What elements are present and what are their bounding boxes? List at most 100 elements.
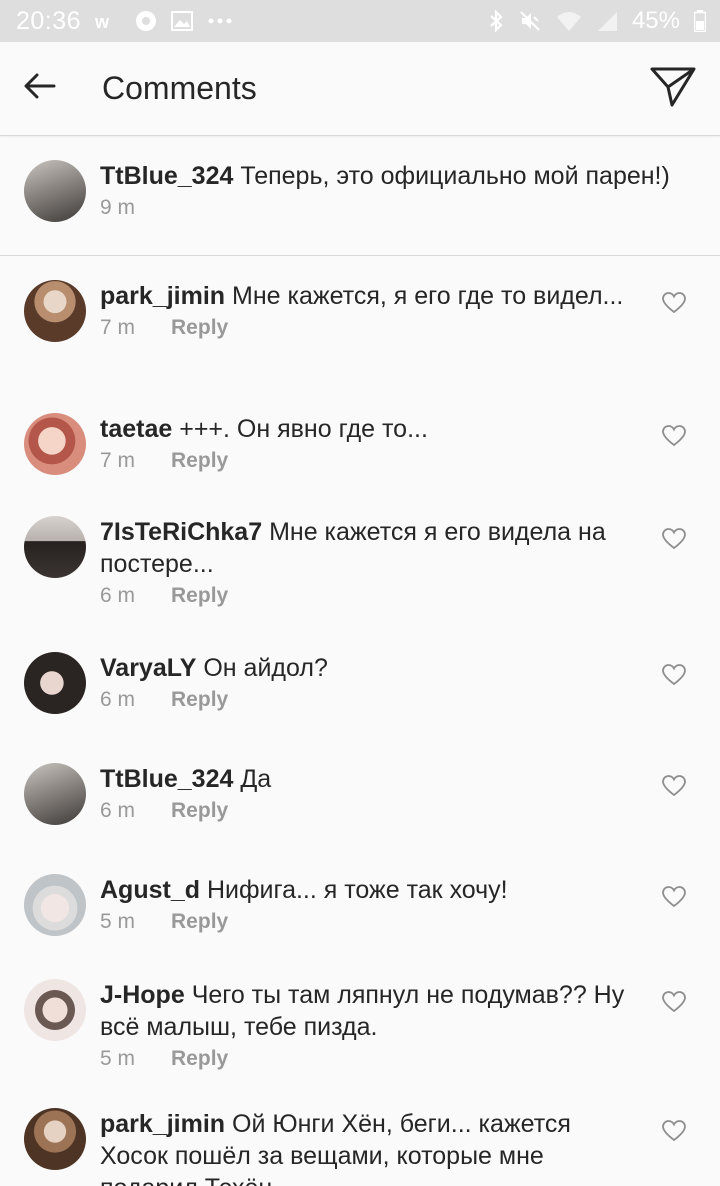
- caption-body: TtBlue_324 Теперь, это официально мой па…: [100, 160, 704, 255]
- comment-item: VaryaLY Он айдол? 6 m Reply: [0, 628, 720, 739]
- signal-icon: [596, 10, 618, 32]
- username[interactable]: park_jimin: [100, 1110, 225, 1138]
- timestamp: 9 m: [100, 196, 136, 219]
- comment-meta: 7 m Reply: [100, 449, 634, 473]
- timestamp: 6 m: [100, 584, 136, 607]
- battery-percent: 45%: [631, 7, 680, 34]
- comment-item: park_jimin Мне кажется, я его где то вид…: [0, 256, 720, 389]
- reply-button[interactable]: Reply: [171, 316, 228, 340]
- battery-icon: [694, 10, 706, 32]
- status-time: 20:36: [16, 6, 82, 35]
- comment-message: +++. Он явно где то...: [179, 415, 428, 443]
- comment-text: park_jimin Ой Юнги Хён, беги... кажется …: [100, 1108, 634, 1186]
- bluetooth-icon: [488, 9, 504, 33]
- comment-text: J-Hope Чего ты там ляпнул не подумав?? Н…: [100, 979, 634, 1043]
- arrow-left-icon: [24, 73, 56, 104]
- back-button[interactable]: [0, 42, 80, 136]
- avatar[interactable]: [24, 1108, 86, 1170]
- reply-button[interactable]: Reply: [171, 910, 228, 934]
- username[interactable]: 7IsTeRiChka7: [100, 518, 262, 546]
- username[interactable]: VaryaLY: [100, 654, 196, 682]
- status-bar-right: 45%: [488, 7, 706, 35]
- avatar[interactable]: [24, 979, 86, 1041]
- comment-body: park_jimin Ой Юнги Хён, беги... кажется …: [100, 1108, 704, 1186]
- comment-meta: 6 m Reply: [100, 799, 634, 823]
- status-bar: 20:36 w 45%: [0, 0, 720, 42]
- like-heart-icon[interactable]: [662, 425, 686, 447]
- timestamp: 5 m: [100, 910, 136, 933]
- comment-text: taetae +++. Он явно где то...: [100, 413, 634, 445]
- username[interactable]: J-Hope: [100, 981, 185, 1009]
- reply-button[interactable]: Reply: [171, 799, 228, 823]
- reply-button[interactable]: Reply: [171, 584, 228, 608]
- comment-meta: 5 m Reply: [100, 910, 634, 934]
- app-header: Comments: [0, 42, 720, 136]
- comment-text: TtBlue_324 Да: [100, 763, 634, 795]
- comment-message: Мне кажется, я его где то видел...: [232, 282, 624, 310]
- timestamp: 6 m: [100, 799, 136, 822]
- comment-body: park_jimin Мне кажется, я его где то вид…: [100, 280, 704, 389]
- reply-button[interactable]: Reply: [171, 449, 228, 473]
- comment-message: Он айдол?: [203, 654, 328, 682]
- like-heart-icon[interactable]: [662, 528, 686, 550]
- comment-item: taetae +++. Он явно где то... 7 m Reply: [0, 389, 720, 492]
- comment-item: 7IsTeRiChka7 Мне кажется я его видела на…: [0, 492, 720, 628]
- comment-body: VaryaLY Он айдол? 6 m Reply: [100, 652, 704, 739]
- avatar[interactable]: [24, 160, 86, 222]
- timestamp: 6 m: [100, 688, 136, 711]
- avatar[interactable]: [24, 413, 86, 475]
- caption-message: Теперь, это официально мой парен!): [240, 162, 670, 190]
- comment-message: Нифига... я тоже так хочу!: [206, 876, 508, 904]
- username[interactable]: taetae: [100, 415, 172, 443]
- like-heart-icon[interactable]: [662, 1120, 686, 1142]
- comment-meta: 7 m Reply: [100, 316, 634, 340]
- comment-meta: 6 m Reply: [100, 584, 634, 608]
- chrome-icon: [135, 10, 157, 32]
- caption-meta: 9 m: [100, 196, 704, 220]
- reply-button[interactable]: Reply: [171, 1047, 228, 1071]
- like-heart-icon[interactable]: [662, 292, 686, 314]
- comment-message: Да: [240, 765, 272, 793]
- comment-body: J-Hope Чего ты там ляпнул не подумав?? Н…: [100, 979, 704, 1084]
- like-heart-icon[interactable]: [662, 886, 686, 908]
- page-title: Comments: [102, 70, 257, 106]
- comment-item: TtBlue_324 Да 6 m Reply: [0, 739, 720, 850]
- comment-meta: 5 m Reply: [100, 1047, 634, 1071]
- post-caption: TtBlue_324 Теперь, это официально мой па…: [0, 136, 720, 256]
- comment-text: park_jimin Мне кажется, я его где то вид…: [100, 280, 634, 312]
- gallery-icon: [171, 11, 194, 31]
- username[interactable]: TtBlue_324: [100, 765, 233, 793]
- like-heart-icon[interactable]: [662, 664, 686, 686]
- send-icon: [650, 67, 696, 112]
- reply-button[interactable]: Reply: [171, 688, 228, 712]
- comment-text: Agust_d Нифига... я тоже так хочу!: [100, 874, 634, 906]
- avatar[interactable]: [24, 652, 86, 714]
- wifi-icon: [556, 10, 582, 32]
- username[interactable]: Agust_d: [100, 876, 200, 904]
- svg-text:w: w: [95, 12, 110, 30]
- comment-item: Agust_d Нифига... я тоже так хочу! 5 m R…: [0, 850, 720, 955]
- comment-body: Agust_d Нифига... я тоже так хочу! 5 m R…: [100, 874, 704, 955]
- avatar[interactable]: [24, 280, 86, 342]
- like-heart-icon[interactable]: [662, 775, 686, 797]
- username[interactable]: TtBlue_324: [100, 162, 233, 190]
- timestamp: 7 m: [100, 449, 136, 472]
- comment-body: 7IsTeRiChka7 Мне кажется я его видела на…: [100, 516, 704, 628]
- vk-icon: w: [95, 12, 121, 30]
- caption-text: TtBlue_324 Теперь, это официально мой па…: [100, 160, 704, 192]
- avatar[interactable]: [24, 516, 86, 578]
- comment-meta: 6 m Reply: [100, 688, 634, 712]
- like-heart-icon[interactable]: [662, 991, 686, 1013]
- more-dots-icon: [207, 17, 233, 25]
- comments-list: park_jimin Мне кажется, я его где то вид…: [0, 256, 720, 1186]
- username[interactable]: park_jimin: [100, 282, 225, 310]
- status-bar-left: 20:36 w: [16, 7, 233, 36]
- comment-text: 7IsTeRiChka7 Мне кажется я его видела на…: [100, 516, 634, 580]
- avatar[interactable]: [24, 763, 86, 825]
- comment-text: VaryaLY Он айдол?: [100, 652, 634, 684]
- avatar[interactable]: [24, 874, 86, 936]
- send-button[interactable]: [638, 42, 708, 136]
- comment-item: J-Hope Чего ты там ляпнул не подумав?? Н…: [0, 955, 720, 1084]
- comment-body: TtBlue_324 Да 6 m Reply: [100, 763, 704, 850]
- comment-item: park_jimin Ой Юнги Хён, беги... кажется …: [0, 1084, 720, 1186]
